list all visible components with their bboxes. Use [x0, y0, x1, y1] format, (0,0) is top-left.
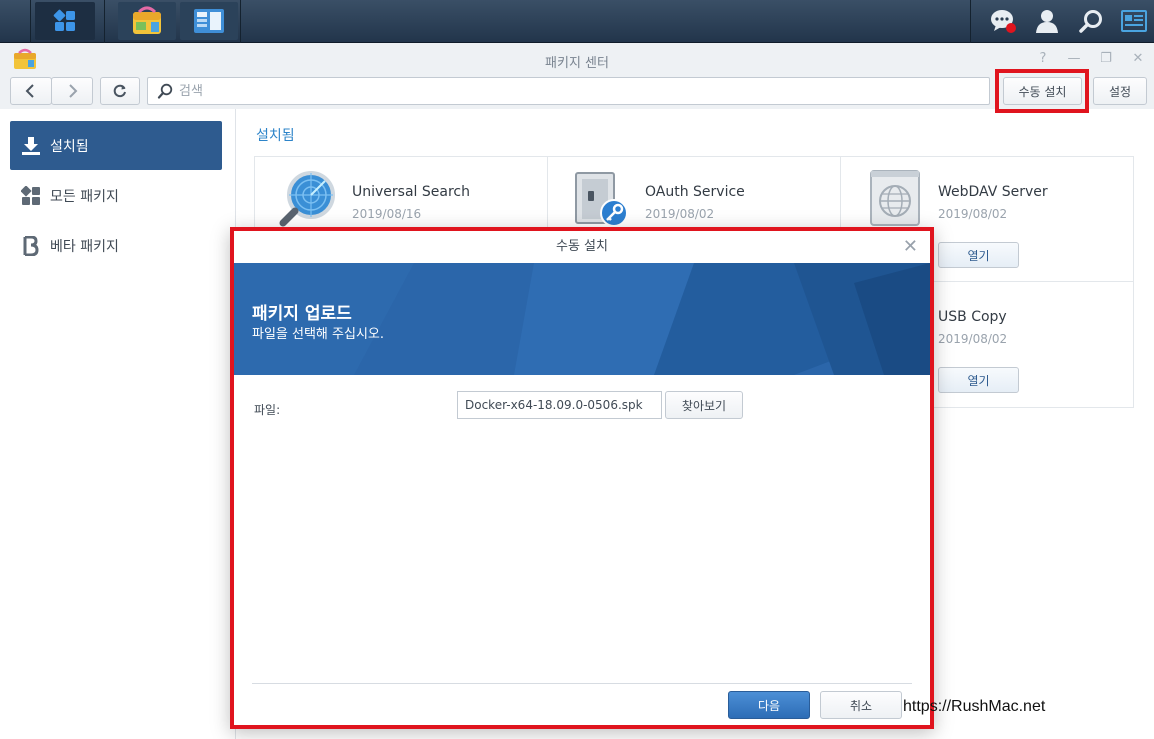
main-menu-button[interactable]: [35, 2, 95, 40]
package-date: 2019/08/02: [645, 207, 715, 221]
sidebar-item-all-packages[interactable]: 모든 패키지: [10, 171, 222, 220]
toolbar: 수동 설치 설정: [0, 75, 1154, 109]
taskbar-separator: [30, 0, 31, 43]
taskbar-package-center[interactable]: [118, 2, 176, 40]
section-title: 설치됨: [256, 128, 295, 144]
widgets-button[interactable]: [1121, 8, 1147, 34]
window-titlebar: 패키지 센터 ? — ❐ ✕: [0, 43, 1154, 75]
user-button[interactable]: [1034, 8, 1060, 34]
maximize-button[interactable]: ❐: [1098, 51, 1114, 66]
open-button[interactable]: 열기: [938, 367, 1019, 393]
beta-icon: [20, 235, 42, 257]
package-name: WebDAV Server: [938, 184, 1048, 200]
package-name: Universal Search: [352, 184, 470, 200]
sidebar-item-beta-packages[interactable]: 베타 패키지: [10, 221, 222, 270]
package-center-icon: [133, 6, 161, 34]
search-input[interactable]: [179, 83, 959, 99]
manual-install-dialog: 수동 설치 ✕ 패키지 업로드 파일을 선택해 주십시오. 파일: 찾아보기 다…: [230, 227, 934, 729]
search-field[interactable]: [147, 77, 990, 105]
banner-title: 패키지 업로드: [252, 304, 352, 324]
taskbar-separator: [104, 0, 105, 43]
webdav-server-icon: [870, 170, 920, 226]
package-date: 2019/08/02: [938, 207, 1008, 221]
oauth-service-icon: [575, 172, 628, 227]
grid-icon: [20, 185, 42, 207]
taskbar: [0, 0, 1154, 43]
next-button[interactable]: 다음: [728, 691, 810, 719]
notification-chat-icon: [991, 10, 1016, 33]
banner-subtitle: 파일을 선택해 주십시오.: [252, 327, 384, 342]
chevron-left-icon: [25, 84, 34, 98]
window-title: 패키지 센터: [545, 56, 609, 71]
package-date: 2019/08/16: [352, 207, 422, 221]
taskbar-separator: [970, 0, 971, 43]
dialog-divider: [252, 683, 912, 684]
dialog-title: 수동 설치: [234, 231, 930, 263]
taskbar-control-panel[interactable]: [180, 2, 238, 40]
refresh-button[interactable]: [100, 77, 140, 105]
back-button[interactable]: [10, 77, 52, 105]
search-icon: [1079, 10, 1102, 33]
close-window-button[interactable]: ✕: [1130, 51, 1146, 66]
taskbar-separator: [240, 0, 241, 43]
sidebar-item-label: 베타 패키지: [50, 238, 119, 255]
universal-search-icon: [279, 171, 335, 227]
sidebar-item-label: 모든 패키지: [50, 188, 119, 205]
sidebar: 설치됨 모든 패키지 베타 패키지: [0, 109, 236, 739]
settings-button[interactable]: 설정: [1093, 77, 1147, 105]
refresh-icon: [113, 84, 126, 98]
search-icon: [157, 83, 173, 99]
file-label: 파일:: [254, 403, 281, 417]
package-name: OAuth Service: [645, 184, 745, 200]
control-panel-icon: [194, 9, 224, 33]
sidebar-item-label: 설치됨: [50, 138, 89, 155]
package-date: 2019/08/02: [938, 332, 1008, 346]
main-menu-icon: [53, 9, 75, 31]
help-button[interactable]: ?: [1035, 51, 1051, 66]
package-name: USB Copy: [938, 309, 1007, 325]
notification-button[interactable]: [990, 8, 1016, 34]
user-icon: [1036, 10, 1058, 33]
open-button[interactable]: 열기: [938, 242, 1019, 268]
forward-button[interactable]: [51, 77, 93, 105]
dialog-banner: 패키지 업로드 파일을 선택해 주십시오.: [234, 263, 930, 375]
chevron-right-icon: [69, 84, 78, 98]
widgets-icon: [1121, 10, 1147, 32]
download-icon: [20, 135, 42, 157]
highlight-box: [995, 69, 1089, 113]
cancel-button[interactable]: 취소: [820, 691, 902, 719]
browse-button[interactable]: 찾아보기: [665, 391, 743, 419]
sidebar-item-installed[interactable]: 설치됨: [10, 121, 222, 170]
minimize-button[interactable]: —: [1066, 51, 1082, 66]
file-path-input[interactable]: [457, 391, 662, 419]
watermark-text: https://RushMac.net: [903, 698, 1046, 715]
close-icon[interactable]: ✕: [903, 237, 918, 257]
search-button[interactable]: [1078, 8, 1104, 34]
